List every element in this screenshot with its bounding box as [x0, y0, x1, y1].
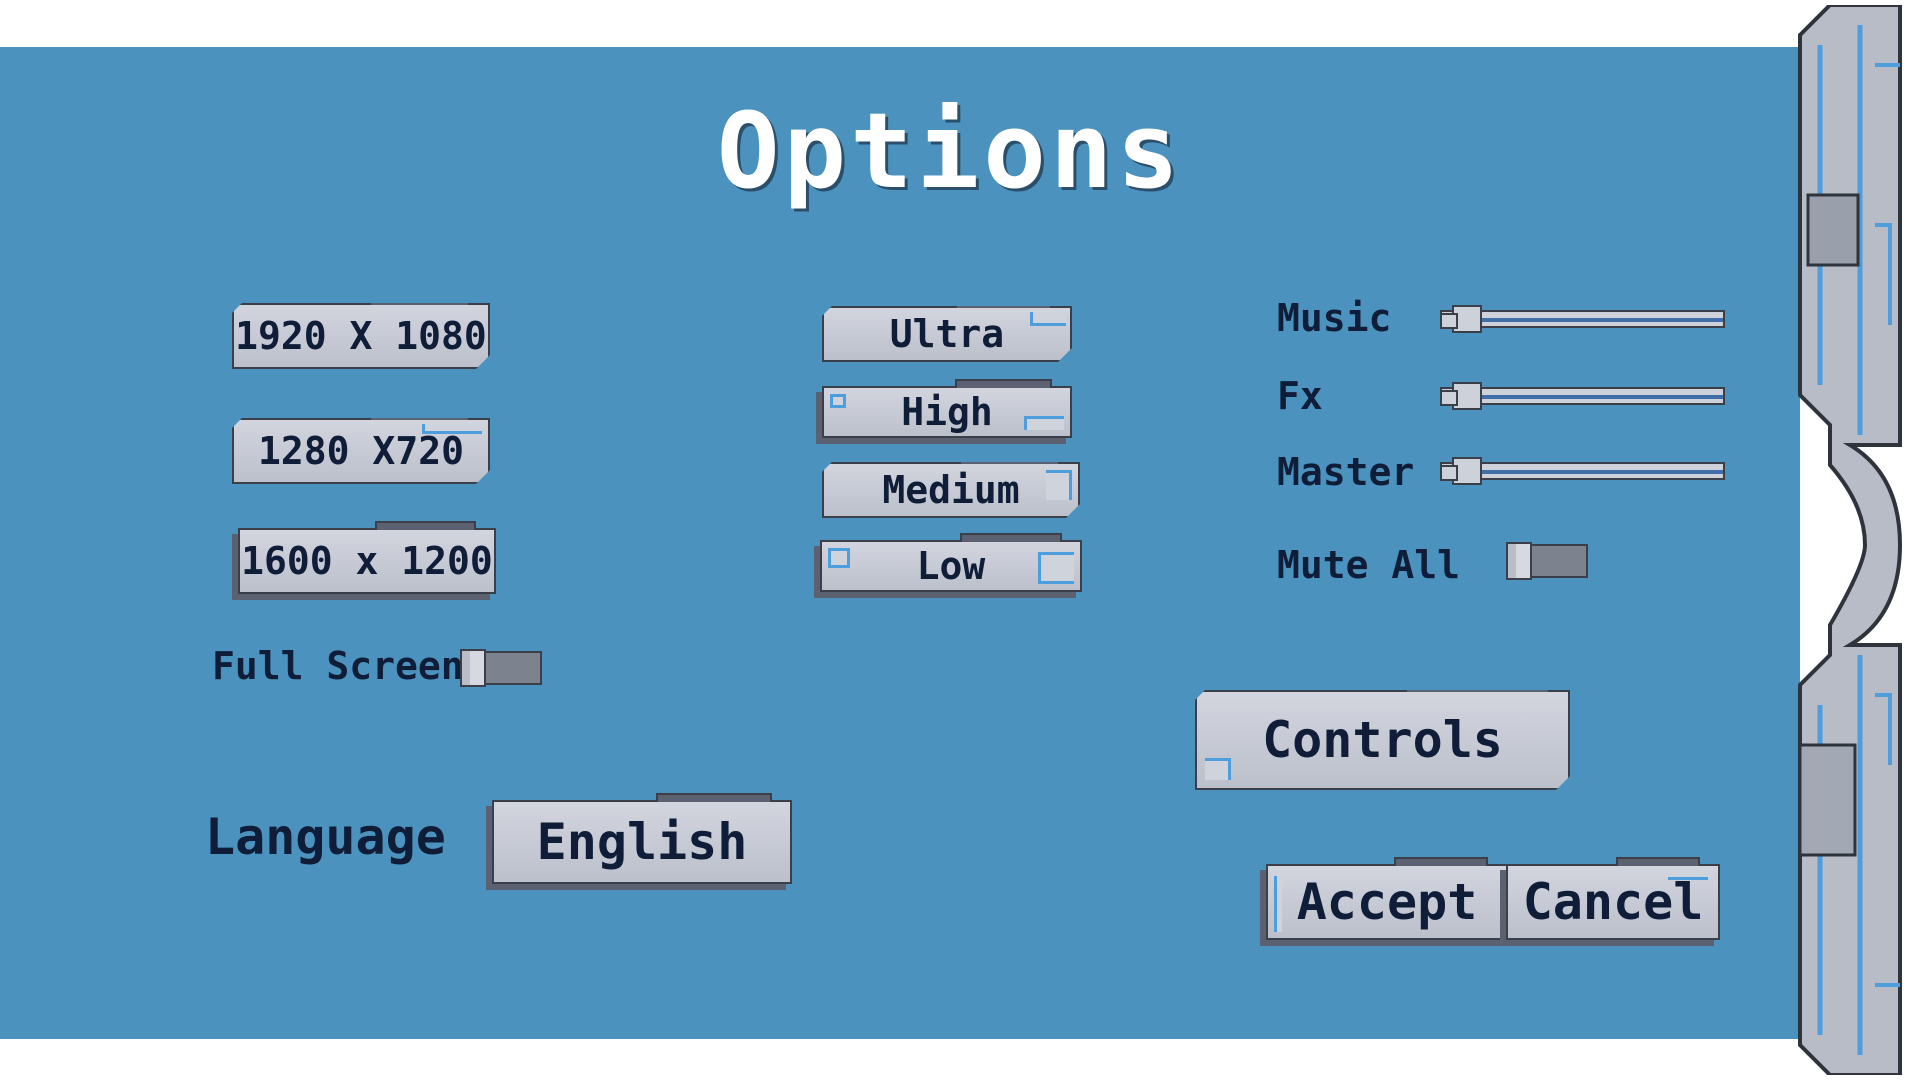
accent-decoration	[1024, 416, 1064, 430]
resolution-1600x1200-button[interactable]: 1600 x 1200	[238, 521, 496, 594]
mute-all-label: Mute All	[1277, 543, 1461, 587]
quality-label: Low	[916, 544, 986, 588]
language-value: English	[536, 813, 748, 871]
music-label: Music	[1277, 296, 1392, 340]
accent-decoration	[1205, 758, 1231, 780]
language-label: Language	[205, 808, 446, 866]
mute-all-toggle[interactable]	[1506, 542, 1588, 580]
music-slider[interactable]	[1440, 310, 1725, 328]
toggle-knob[interactable]	[1506, 542, 1532, 580]
cancel-label: Cancel	[1522, 873, 1704, 931]
accent-decoration	[1274, 876, 1282, 932]
resolution-1920x1080-button[interactable]: 1920 X 1080	[232, 303, 490, 369]
accent-decoration	[1668, 870, 1708, 880]
resolution-label: 1920 X 1080	[235, 314, 487, 358]
page-title: Options	[716, 90, 1184, 212]
accent-decoration	[1046, 470, 1072, 500]
resolution-1280x720-button[interactable]: 1280 X720	[232, 418, 490, 484]
quality-low-button[interactable]: Low	[820, 533, 1082, 592]
language-select[interactable]: English	[492, 793, 792, 884]
quality-medium-button[interactable]: Medium	[822, 462, 1080, 518]
cancel-button[interactable]: Cancel	[1506, 857, 1720, 940]
accent-decoration	[1030, 312, 1066, 326]
master-slider-knob[interactable]	[1440, 457, 1482, 485]
accent-decoration	[422, 424, 482, 434]
fx-label: Fx	[1277, 374, 1323, 418]
accent-decoration	[828, 548, 850, 568]
fx-slider-knob[interactable]	[1440, 382, 1482, 410]
music-slider-knob[interactable]	[1440, 305, 1482, 333]
quality-label: Ultra	[889, 312, 1005, 356]
fx-slider[interactable]	[1440, 387, 1725, 405]
controls-button[interactable]: Controls	[1195, 690, 1570, 790]
full-screen-label: Full Screen	[212, 644, 464, 688]
metal-frame	[1798, 5, 1903, 1075]
accent-decoration	[830, 394, 846, 408]
toggle-knob[interactable]	[460, 649, 486, 687]
master-label: Master	[1277, 450, 1415, 494]
accent-decoration	[1038, 552, 1074, 584]
resolution-label: 1600 x 1200	[241, 539, 493, 583]
quality-high-button[interactable]: High	[822, 379, 1072, 438]
master-slider[interactable]	[1440, 462, 1725, 480]
quality-label: Medium	[882, 468, 1020, 512]
resolution-label: 1280 X720	[258, 429, 464, 473]
quality-ultra-button[interactable]: Ultra	[822, 306, 1072, 362]
accept-button[interactable]: Accept	[1266, 857, 1508, 940]
controls-label: Controls	[1262, 711, 1503, 769]
accept-label: Accept	[1296, 873, 1478, 931]
full-screen-toggle[interactable]	[460, 649, 542, 687]
quality-label: High	[901, 390, 993, 434]
